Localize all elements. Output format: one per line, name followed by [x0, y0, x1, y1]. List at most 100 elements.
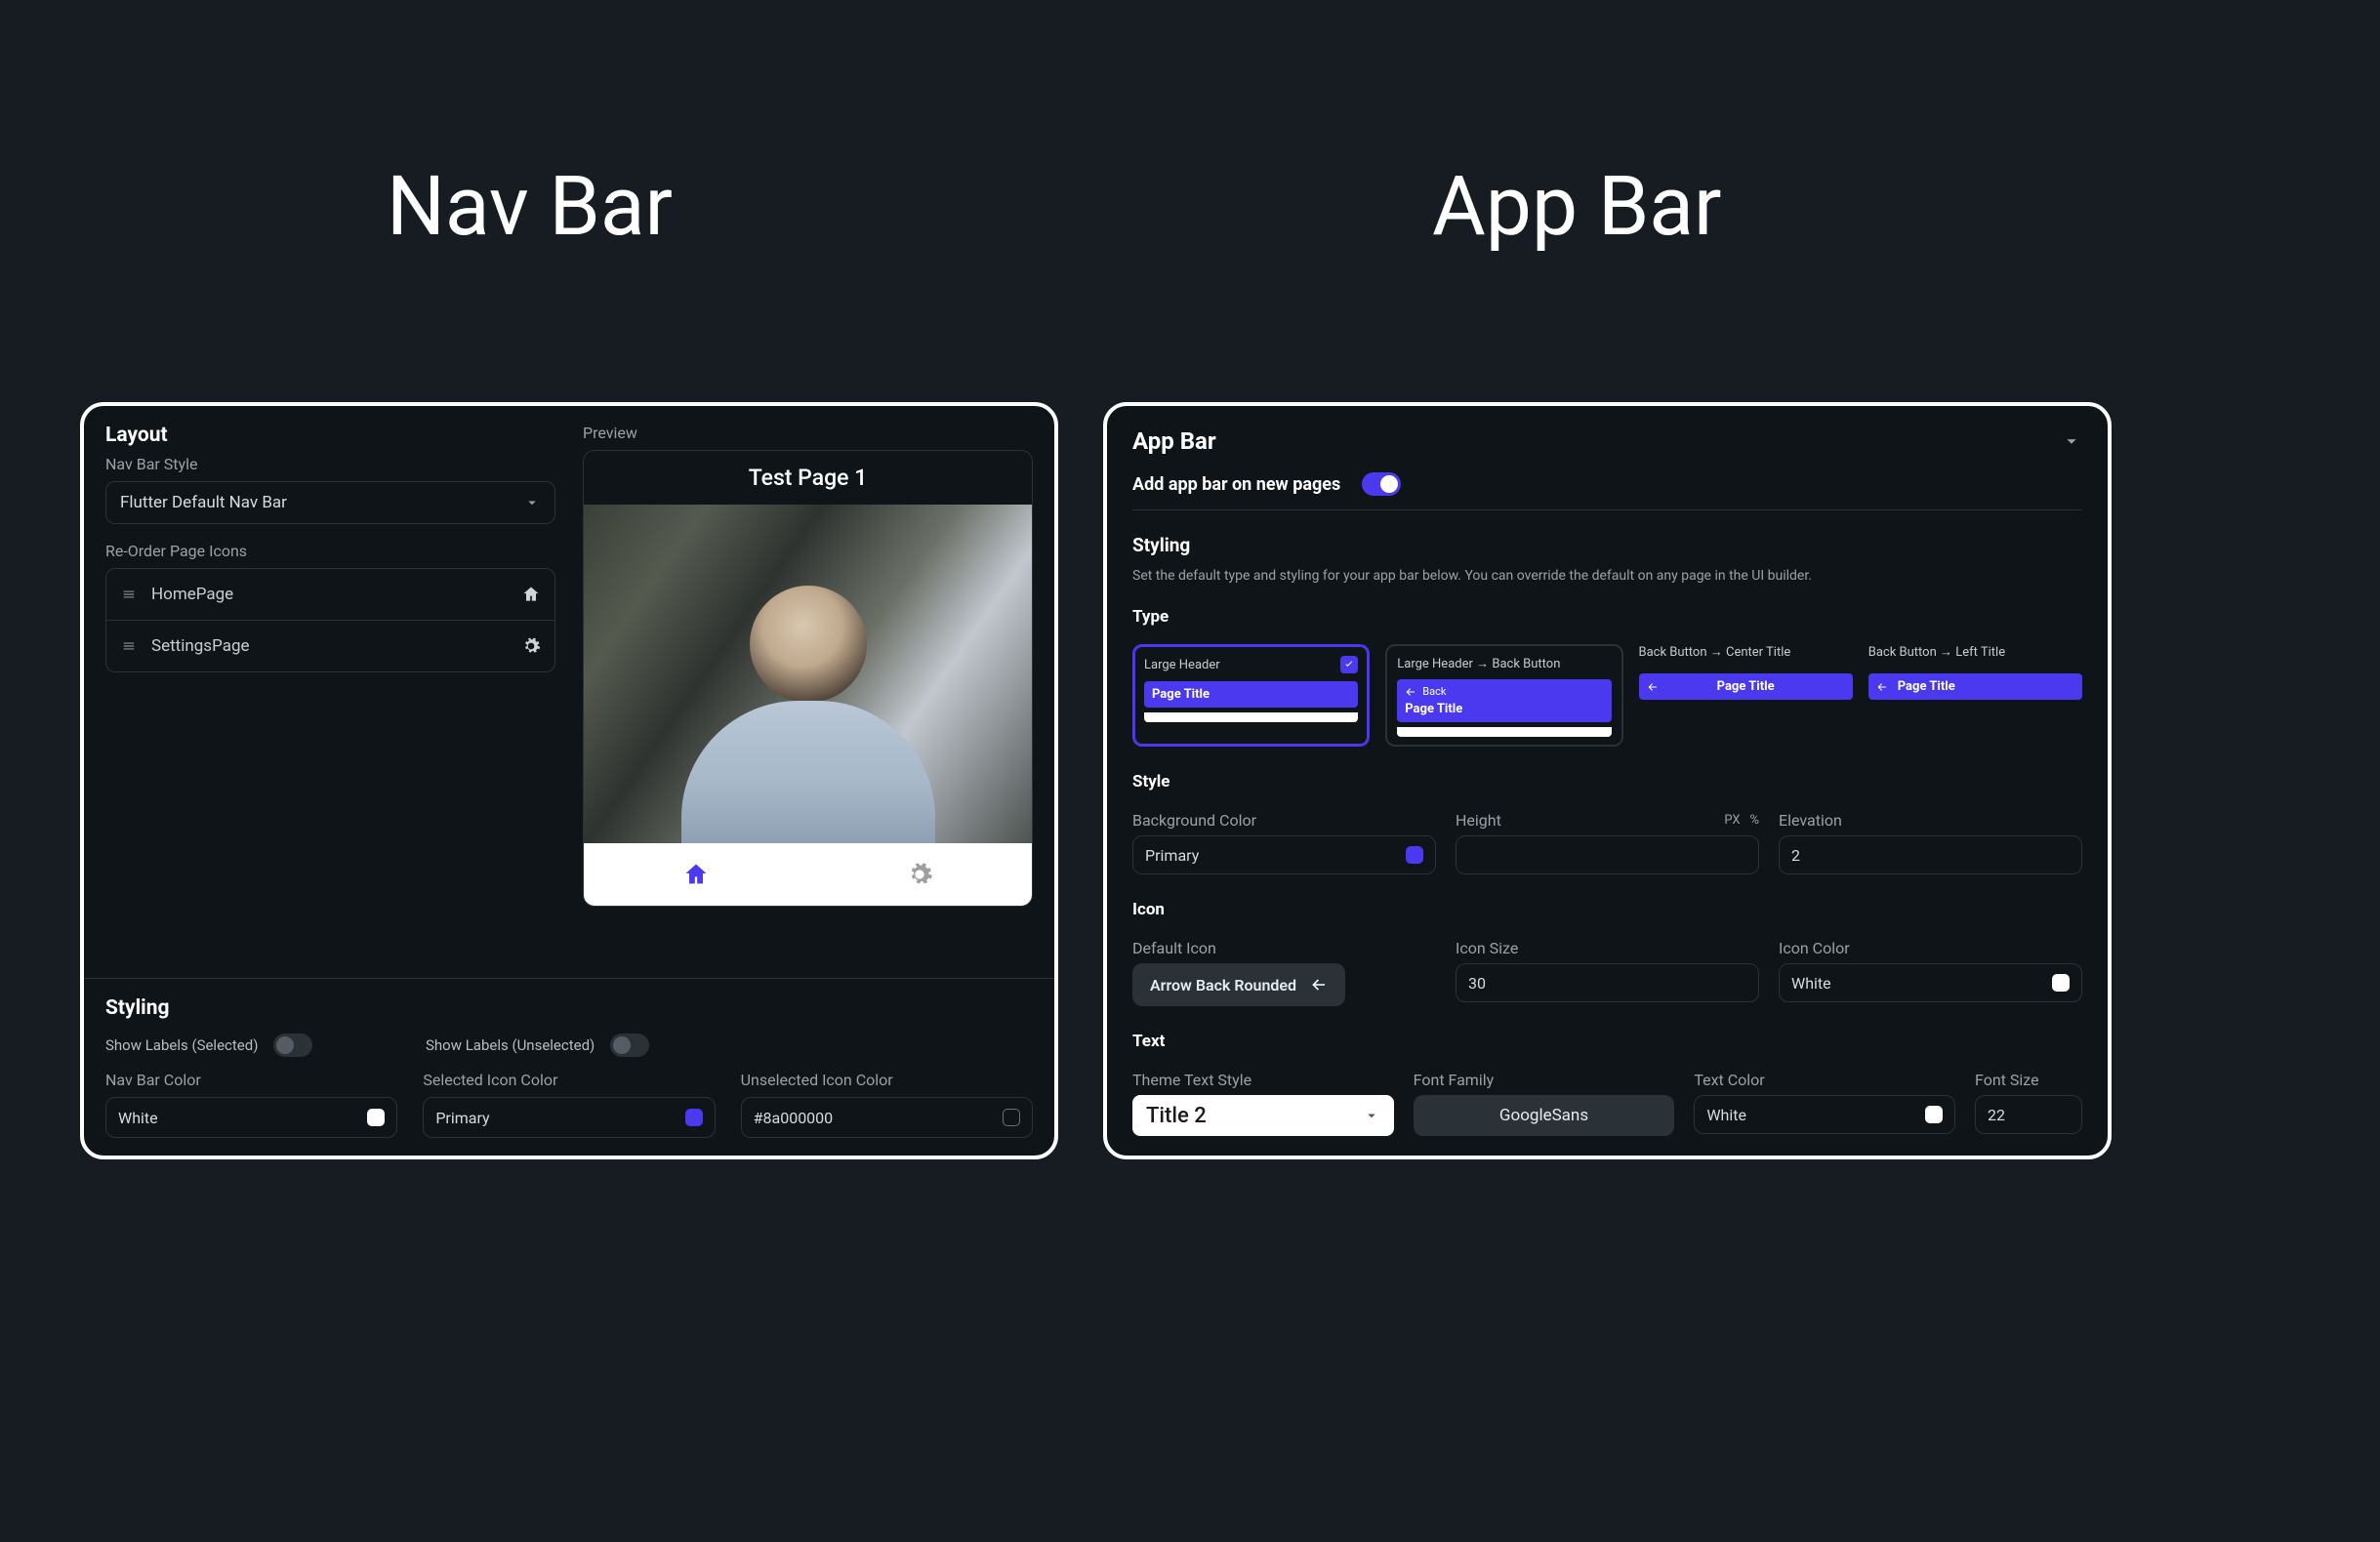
selected-icon-color-value: Primary	[435, 1109, 489, 1127]
icon-size-input[interactable]: 30	[1456, 963, 1759, 1002]
show-labels-selected-toggle[interactable]	[273, 1034, 312, 1057]
color-swatch	[1406, 846, 1423, 864]
arrow-left-icon	[1876, 681, 1888, 693]
navbar-style-label: Nav Bar Style	[105, 455, 555, 473]
navbar-style-select[interactable]: Flutter Default Nav Bar	[105, 481, 555, 524]
gear-icon	[521, 636, 541, 656]
section-heading-navbar: Nav Bar	[387, 158, 673, 255]
styling-heading: Styling	[105, 996, 1033, 1020]
selected-icon-color-label: Selected Icon Color	[423, 1071, 715, 1089]
unit-percent[interactable]: %	[1749, 813, 1759, 828]
add-on-new-pages-label: Add app bar on new pages	[1132, 474, 1340, 495]
back-text: Back	[1422, 685, 1446, 698]
unit-px[interactable]: PX	[1724, 813, 1740, 828]
selected-check-icon	[1340, 656, 1358, 673]
icon-color-value: White	[1791, 974, 1831, 993]
appbar-type-options: Large Header Page Title Large Header → B…	[1132, 644, 2082, 747]
arrow-left-icon	[1647, 681, 1659, 693]
selected-icon-color-input[interactable]: Primary	[423, 1097, 715, 1138]
bg-color-label: Background Color	[1132, 811, 1436, 830]
font-family-button[interactable]: GoogleSans	[1414, 1095, 1675, 1136]
appbar-type-large-header-back[interactable]: Large Header → Back Button Back Page Tit…	[1385, 644, 1622, 747]
elevation-value: 2	[1791, 846, 1800, 865]
appbar-heading: App Bar	[1132, 427, 1216, 455]
unselected-icon-color-label: Unselected Icon Color	[741, 1071, 1033, 1089]
show-labels-unselected-label: Show Labels (Unselected)	[426, 1036, 595, 1054]
icon-section-label: Icon	[1132, 900, 2082, 919]
type-option-label: Large Header	[1144, 658, 1220, 672]
elevation-input[interactable]: 2	[1779, 835, 2082, 874]
bg-color-input[interactable]: Primary	[1132, 835, 1436, 874]
chevron-down-icon	[1363, 1107, 1380, 1124]
drag-handle-icon[interactable]	[120, 588, 138, 601]
default-icon-value: Arrow Back Rounded	[1150, 976, 1296, 994]
theme-text-style-select[interactable]: Title 2	[1132, 1095, 1394, 1136]
navbar-color-input[interactable]: White	[105, 1097, 397, 1138]
navbar-color-value: White	[118, 1109, 158, 1127]
color-swatch	[685, 1109, 703, 1126]
preview-page-title: Page Title	[1898, 679, 1955, 694]
arrow-left-icon	[1405, 686, 1416, 698]
icon-size-value: 30	[1468, 974, 1486, 993]
font-size-input[interactable]: 22	[1975, 1095, 2082, 1134]
navbar-preview: Test Page 1	[583, 450, 1033, 907]
height-input[interactable]	[1456, 835, 1759, 874]
add-on-new-pages-toggle[interactable]	[1362, 472, 1401, 496]
height-label: Height	[1456, 811, 1501, 830]
preview-page-title: Page Title	[1717, 679, 1775, 694]
styling-heading: Styling	[1132, 534, 2082, 556]
page-reorder-item[interactable]: SettingsPage	[106, 621, 554, 671]
font-family-label: Font Family	[1414, 1071, 1675, 1089]
color-swatch	[1925, 1106, 1943, 1123]
elevation-label: Elevation	[1779, 811, 2082, 830]
home-icon[interactable]	[682, 861, 710, 888]
page-reorder-list: HomePage SettingsPage	[105, 568, 555, 672]
show-labels-unselected-toggle[interactable]	[610, 1034, 649, 1057]
section-heading-appbar: App Bar	[1432, 158, 1721, 255]
drag-handle-icon[interactable]	[120, 639, 138, 653]
home-icon	[521, 585, 541, 604]
type-option-label: Large Header → Back Button	[1397, 656, 1560, 671]
theme-text-style-value: Title 2	[1146, 1104, 1207, 1128]
page-name: HomePage	[151, 585, 233, 604]
show-labels-selected-label: Show Labels (Selected)	[105, 1036, 258, 1054]
layout-heading: Layout	[105, 424, 555, 447]
unselected-icon-color-input[interactable]: #8a000000	[741, 1097, 1033, 1138]
appbar-type-back-left-title[interactable]: Back Button → Left Title Page Title	[1868, 644, 2082, 747]
unselected-icon-color-value: #8a000000	[754, 1109, 834, 1127]
navbar-style-value: Flutter Default Nav Bar	[120, 493, 287, 512]
appbar-config-panel: App Bar Add app bar on new pages Styling…	[1103, 402, 2112, 1159]
chevron-down-icon	[523, 494, 541, 511]
chevron-down-icon[interactable]	[2061, 430, 2082, 452]
default-icon-button[interactable]: Arrow Back Rounded	[1132, 963, 1345, 1006]
navbar-config-panel: Layout Nav Bar Style Flutter Default Nav…	[80, 402, 1058, 1159]
navbar-color-label: Nav Bar Color	[105, 1071, 397, 1089]
text-color-value: White	[1706, 1106, 1746, 1124]
gear-icon[interactable]	[906, 861, 933, 888]
font-size-label: Font Size	[1975, 1071, 2082, 1089]
type-option-label: Back Button → Center Title	[1639, 644, 1791, 660]
preview-page-title: Page Title	[1152, 687, 1350, 702]
page-reorder-item[interactable]: HomePage	[106, 569, 554, 621]
text-section-label: Text	[1132, 1032, 2082, 1051]
page-name: SettingsPage	[151, 636, 250, 656]
appbar-type-large-header[interactable]: Large Header Page Title	[1132, 644, 1370, 747]
theme-text-style-label: Theme Text Style	[1132, 1071, 1394, 1089]
icon-color-input[interactable]: White	[1779, 963, 2082, 1002]
text-color-input[interactable]: White	[1694, 1095, 1955, 1134]
divider	[84, 978, 1054, 979]
style-section-label: Style	[1132, 772, 2082, 791]
type-label: Type	[1132, 607, 2082, 627]
color-swatch	[367, 1109, 385, 1126]
default-icon-label: Default Icon	[1132, 939, 1436, 957]
reorder-label: Re-Order Page Icons	[105, 542, 555, 560]
preview-hero-image	[584, 505, 1032, 843]
color-swatch	[1003, 1109, 1020, 1126]
appbar-type-back-center-title[interactable]: Back Button → Center Title Page Title	[1639, 644, 1853, 747]
arrow-left-icon	[1310, 976, 1328, 994]
color-swatch	[2052, 974, 2070, 992]
styling-help-text: Set the default type and styling for you…	[1132, 568, 2082, 584]
icon-color-label: Icon Color	[1779, 939, 2082, 957]
type-option-label: Back Button → Left Title	[1868, 644, 2005, 660]
preview-label: Preview	[583, 424, 1033, 442]
